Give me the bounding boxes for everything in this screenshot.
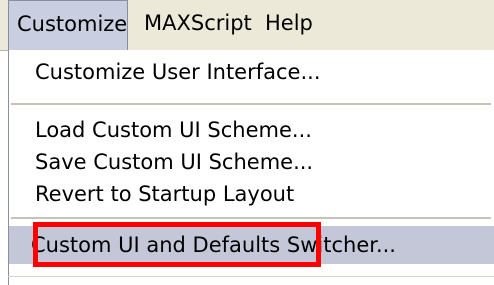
- menu-separator: [11, 103, 491, 105]
- menu-item-customize-user-interface[interactable]: Customize User Interface...: [9, 55, 494, 89]
- menu-item-save-custom-ui-scheme[interactable]: Save Custom UI Scheme...: [9, 145, 494, 179]
- menu-item-label: Customize User Interface...: [35, 60, 321, 84]
- menu-maxscript[interactable]: MAXScript: [144, 0, 252, 50]
- menu-customize[interactable]: Customize: [8, 0, 128, 51]
- menu-item-revert-to-startup-layout[interactable]: Revert to Startup Layout: [9, 177, 494, 211]
- menu-customize-label: Customize: [17, 12, 128, 36]
- menu-separator: [11, 217, 491, 219]
- menu-item-label: Load Custom UI Scheme...: [35, 118, 312, 142]
- red-highlight-annotation: [33, 222, 321, 267]
- menu-item-label: Revert to Startup Layout: [35, 182, 295, 206]
- menu-maxscript-label: MAXScript: [144, 11, 252, 35]
- menu-bottom-edge: [8, 276, 494, 277]
- menu-item-label: Save Custom UI Scheme...: [35, 150, 314, 174]
- menu-help[interactable]: Help: [265, 0, 313, 50]
- menu-item-load-custom-ui-scheme[interactable]: Load Custom UI Scheme...: [9, 113, 494, 147]
- menu-bar: Customize MAXScript Help: [0, 0, 494, 51]
- menu-help-label: Help: [265, 11, 313, 35]
